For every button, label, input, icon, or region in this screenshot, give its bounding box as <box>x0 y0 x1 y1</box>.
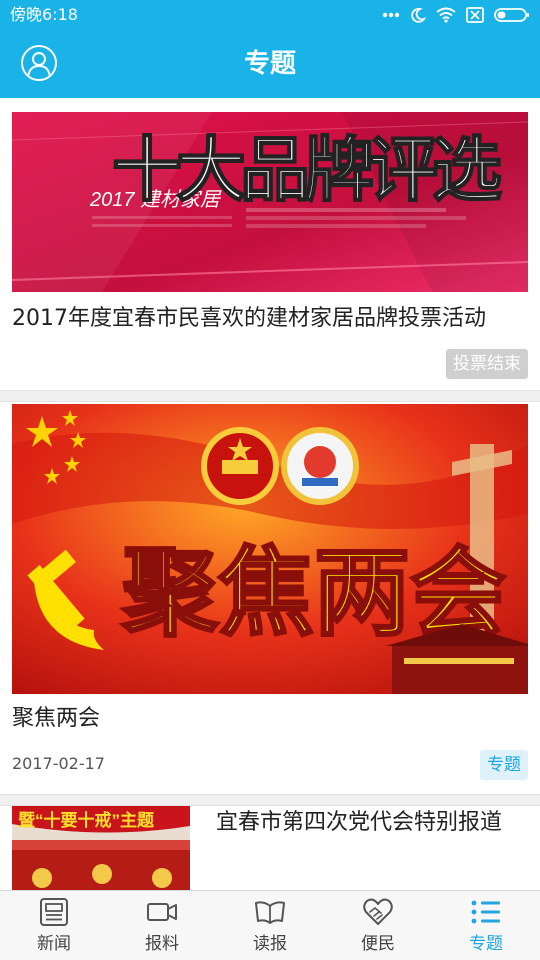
status-icons <box>382 4 530 26</box>
tab-label: 专题 <box>469 934 503 954</box>
tab-news[interactable]: 新闻 <box>0 891 108 960</box>
moon-icon <box>411 7 426 23</box>
news-icon <box>40 898 68 926</box>
tab-label: 读报 <box>253 934 287 954</box>
topic-title[interactable]: 2017年度宜春市民喜欢的建材家居品牌投票活动 <box>12 304 528 334</box>
topic-banner-image[interactable]: 2017 建材家居 十大品牌评选 <box>12 112 528 292</box>
banner-headline-text: 十大品牌评选 <box>112 131 502 209</box>
tab-read-paper[interactable]: 读报 <box>216 891 324 960</box>
app-screen: 傍晚6:18 专题 2017 建材家居 十大品牌评选 2017年度宜春市民喜欢的… <box>0 0 540 960</box>
no-sim-icon <box>466 7 484 23</box>
list-icon <box>471 900 500 924</box>
tab-report[interactable]: 报料 <box>108 891 216 960</box>
topic-thumbnail[interactable]: 暨“十要十戒”主题 <box>12 806 190 890</box>
topic-badge: 专题 <box>480 750 528 780</box>
topic-banner-image[interactable]: 聚焦两会 <box>12 404 528 694</box>
page-title: 专题 <box>243 49 296 79</box>
tab-label: 报料 <box>145 934 179 954</box>
topic-card[interactable]: 暨“十要十戒”主题 宜春市第四次党代会特别报道 <box>0 806 540 890</box>
handshake-heart-icon <box>363 898 393 925</box>
card-divider <box>0 390 540 402</box>
status-time: 傍晚6:18 <box>10 5 78 24</box>
topic-card[interactable]: 聚焦两会 聚焦两会 2017-02-17 专题 <box>0 402 540 794</box>
publish-date: 2017-02-17 <box>12 754 105 773</box>
wifi-icon <box>436 7 456 23</box>
thumbnail-banner-text: 暨“十要十戒”主题 <box>18 810 155 830</box>
status-bar: 傍晚6:18 <box>0 0 540 30</box>
topic-card[interactable]: 2017 建材家居 十大品牌评选 2017年度宜春市民喜欢的建材家居品牌投票活动… <box>0 98 540 390</box>
open-book-icon <box>255 901 285 924</box>
app-header: 专题 <box>0 30 540 98</box>
tab-label: 便民 <box>361 934 395 954</box>
vote-ended-badge: 投票结束 <box>446 349 528 379</box>
topic-title[interactable]: 宜春市第四次党代会特别报道 <box>216 808 528 838</box>
tab-label: 新闻 <box>37 934 71 954</box>
topic-list: 2017 建材家居 十大品牌评选 2017年度宜春市民喜欢的建材家居品牌投票活动… <box>0 98 540 890</box>
topic-title[interactable]: 聚焦两会 <box>12 704 528 734</box>
video-camera-icon <box>147 903 177 921</box>
tab-topics[interactable]: 专题 <box>432 891 540 960</box>
card-divider <box>0 794 540 806</box>
battery-icon <box>494 8 529 22</box>
more-dots-icon <box>382 12 400 18</box>
bottom-tab-bar: 新闻 报料 读报 便民 专题 <box>0 890 540 960</box>
tab-services[interactable]: 便民 <box>324 891 432 960</box>
